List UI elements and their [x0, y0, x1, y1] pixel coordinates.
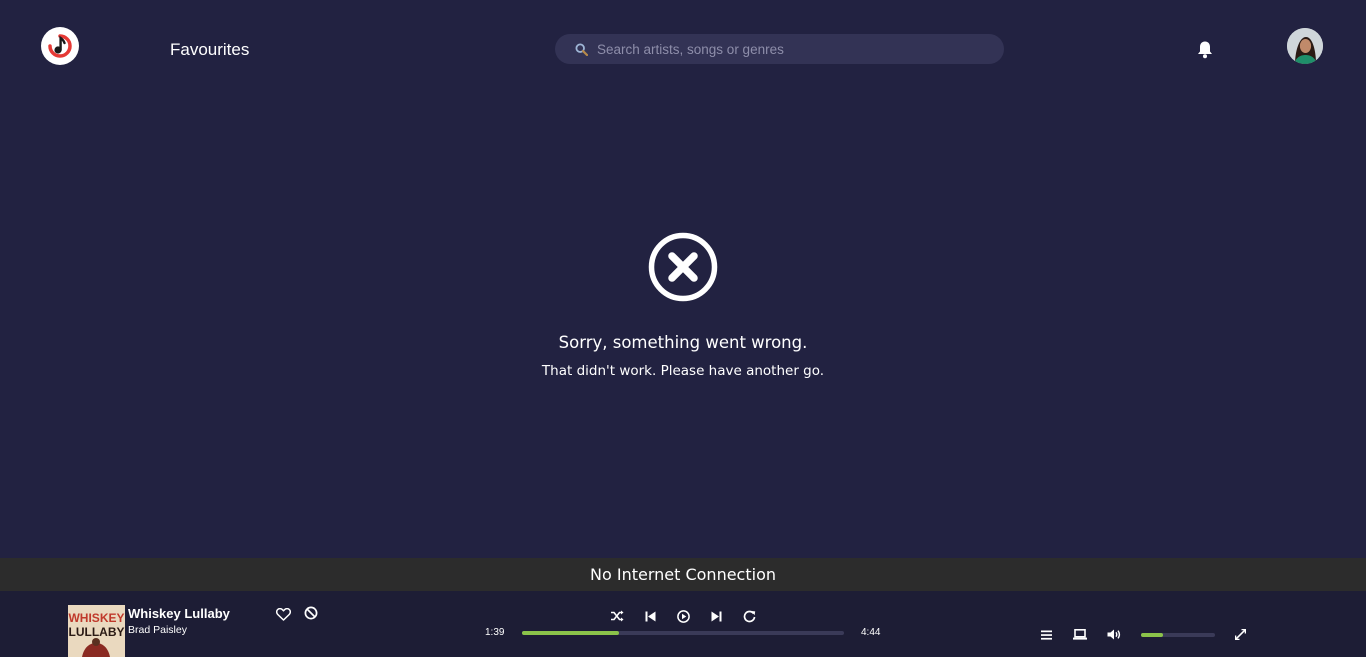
block-ban-icon[interactable]: [303, 605, 319, 621]
user-photo-icon: [1287, 28, 1323, 64]
playback-progress-bar[interactable]: [522, 631, 844, 635]
track-title[interactable]: Whiskey Lullaby: [128, 606, 230, 621]
fullscreen-expand-icon[interactable]: [1233, 627, 1248, 642]
volume-fill: [1141, 633, 1164, 637]
volume-slider[interactable]: [1141, 633, 1215, 637]
progress-fill: [522, 631, 619, 635]
queue-list-icon[interactable]: [1039, 628, 1054, 641]
search-input[interactable]: [597, 41, 987, 57]
like-heart-icon[interactable]: [275, 606, 291, 622]
top-header: Favourites: [0, 0, 1366, 96]
play-button-icon[interactable]: [675, 608, 691, 624]
volume-speaker-icon[interactable]: [1106, 628, 1122, 641]
music-note-logo-icon: [48, 34, 72, 58]
error-subtitle: That didn't work. Please have another go…: [541, 363, 825, 379]
page-title: Favourites: [170, 40, 250, 59]
error-x-circle-icon: [647, 231, 719, 303]
next-track-icon[interactable]: [709, 609, 723, 623]
cover-text-bottom: LULLABY: [69, 625, 125, 639]
player-bar: WHISKEY LULLABY Whiskey Lullaby Brad Pai…: [0, 591, 1366, 657]
shuffle-icon[interactable]: [609, 609, 625, 623]
notifications-bell-icon[interactable]: [1195, 39, 1215, 59]
error-title: Sorry, something went wrong.: [558, 333, 808, 352]
elapsed-time: 1:39: [485, 627, 505, 638]
search-icon: [575, 42, 589, 56]
previous-track-icon[interactable]: [643, 609, 657, 623]
total-duration: 4:44: [861, 627, 881, 638]
devices-laptop-icon[interactable]: [1072, 628, 1088, 641]
album-art-icon: WHISKEY LULLABY: [68, 605, 125, 657]
album-cover[interactable]: WHISKEY LULLABY: [68, 605, 125, 657]
cover-text-top: WHISKEY: [68, 611, 124, 625]
user-avatar[interactable]: [1287, 28, 1323, 64]
search-bar[interactable]: [555, 34, 1004, 64]
track-artist[interactable]: Brad Paisley: [128, 624, 187, 636]
app-logo[interactable]: [41, 27, 79, 65]
offline-banner: No Internet Connection: [0, 558, 1366, 591]
repeat-icon[interactable]: [741, 608, 757, 624]
